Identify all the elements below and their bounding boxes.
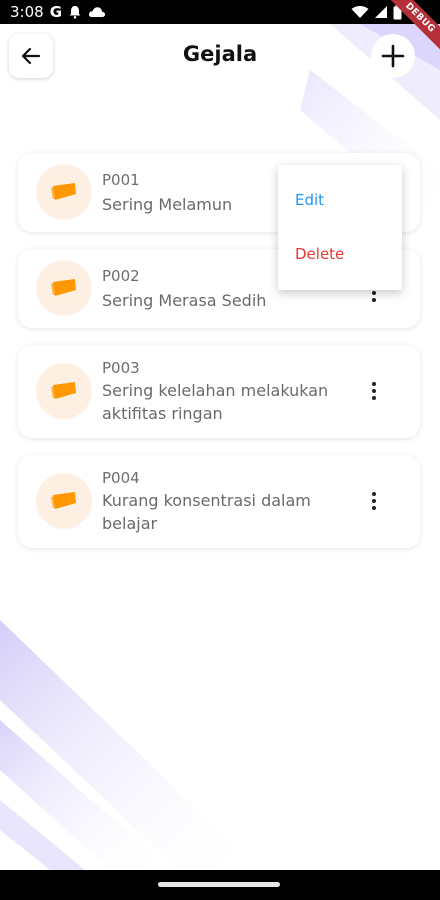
ticket-icon [51, 279, 76, 296]
symptom-name: Sering kelelahan melakukan aktifitas rin… [102, 381, 329, 423]
cloud-icon [88, 7, 106, 17]
ticket-icon [51, 382, 76, 399]
more-options-button[interactable] [362, 377, 386, 405]
list-item[interactable]: P004 Kurang konsentrasi dalam belajar [18, 455, 420, 548]
signal-icon [375, 6, 387, 18]
wifi-icon [351, 6, 369, 18]
symptom-code: P001 [102, 171, 140, 189]
symptom-code: P002 [102, 267, 140, 285]
add-button[interactable] [371, 34, 415, 78]
more-vert-icon [372, 492, 376, 510]
options-popup-menu: Edit Delete [278, 165, 402, 290]
plus-icon [381, 44, 405, 68]
more-options-button[interactable] [362, 487, 386, 515]
more-vert-icon [372, 382, 376, 400]
edit-menu-item[interactable]: Edit [295, 191, 324, 209]
symptom-avatar [36, 363, 92, 419]
symptom-avatar [36, 164, 92, 220]
symptom-code: P003 [102, 359, 140, 377]
symptom-avatar [36, 473, 92, 529]
app-screen: 3:08 G DEBUG Gejala P001 Sering Melamun … [0, 0, 440, 900]
symptom-name: Kurang konsentrasi dalam belajar [102, 491, 311, 533]
ticket-icon [51, 492, 76, 509]
list-item[interactable]: P003 Sering kelelahan melakukan aktifita… [18, 345, 420, 438]
symptom-code: P004 [102, 469, 140, 487]
ticket-icon [51, 183, 76, 200]
background-decoration [0, 24, 440, 870]
status-bar: 3:08 G [0, 0, 440, 24]
app-bar: Gejala [0, 28, 440, 84]
symptom-name: Sering Merasa Sedih [102, 291, 267, 310]
google-icon: G [49, 3, 62, 21]
system-navigation-bar [0, 870, 440, 900]
delete-menu-item[interactable]: Delete [295, 245, 344, 263]
status-time: 3:08 [10, 3, 44, 21]
home-gesture-handle[interactable] [158, 882, 280, 887]
notification-bell-icon [69, 6, 81, 19]
symptom-avatar [36, 260, 92, 316]
